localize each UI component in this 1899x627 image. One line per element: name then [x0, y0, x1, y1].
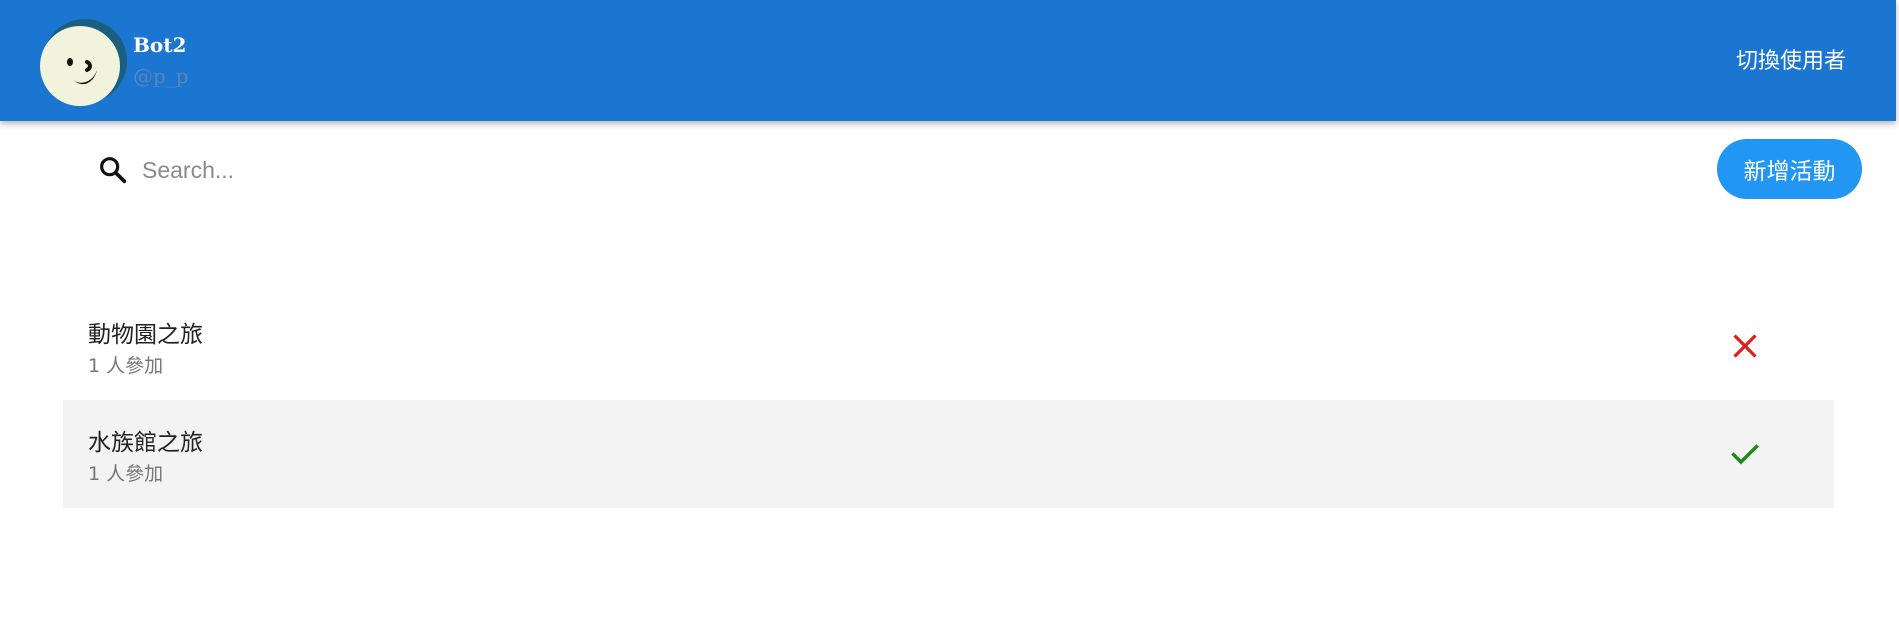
add-activity-button[interactable]: 新增活動	[1717, 139, 1862, 199]
switch-user-button[interactable]: 切換使用者	[1736, 43, 1846, 75]
user-handle: @p_p	[133, 64, 189, 88]
activity-list: 動物園之旅 1 人參加 水族館之旅 1 人參加	[63, 292, 1834, 508]
app-root: Bot2 @p_p 切換使用者 新增活動 動物園之旅 1 人參加 水族館之旅 1…	[0, 0, 1899, 627]
user-name: Bot2	[133, 33, 187, 57]
avatar[interactable]	[39, 18, 127, 106]
check-icon[interactable]	[1729, 438, 1761, 470]
activity-participants: 1 人參加	[88, 355, 164, 377]
search-icon	[100, 157, 127, 184]
avatar-face-icon	[40, 19, 127, 106]
app-header: Bot2 @p_p 切換使用者	[0, 0, 1896, 121]
close-icon[interactable]	[1729, 330, 1761, 362]
list-item[interactable]: 動物園之旅 1 人參加	[63, 292, 1834, 400]
search-input[interactable]	[142, 150, 1042, 190]
activity-title: 水族館之旅	[88, 430, 203, 456]
activity-title: 動物園之旅	[88, 322, 203, 348]
activity-participants: 1 人參加	[88, 463, 164, 485]
list-item[interactable]: 水族館之旅 1 人參加	[63, 400, 1834, 508]
